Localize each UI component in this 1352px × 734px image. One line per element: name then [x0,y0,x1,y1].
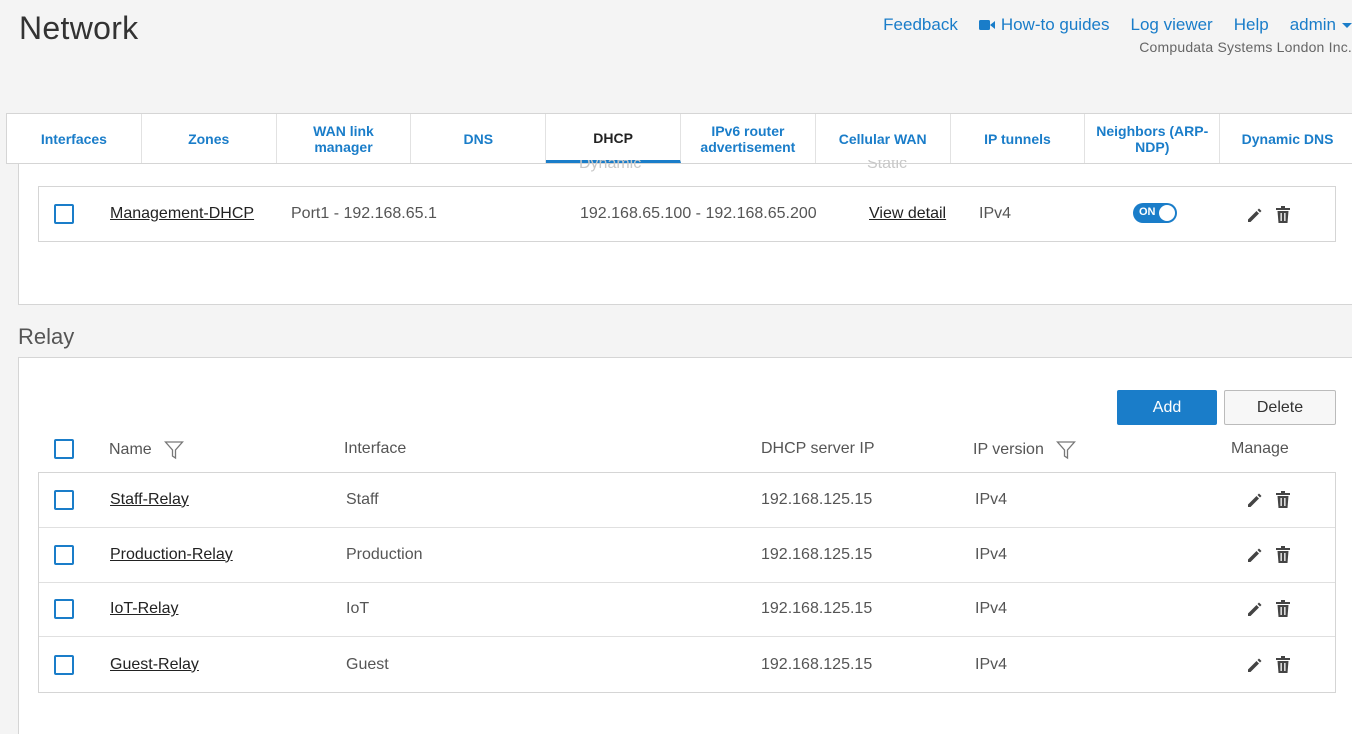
tab-interfaces[interactable]: Interfaces [7,114,142,163]
server-status-toggle[interactable]: ON [1133,203,1177,223]
relay-server-ip: 192.168.125.15 [761,600,873,618]
tab-ip-tunnels[interactable]: IP tunnels [951,114,1086,163]
tab-zones[interactable]: Zones [142,114,277,163]
row-checkbox[interactable] [54,654,74,675]
admin-label: admin [1289,15,1336,34]
tab-wan-link-manager[interactable]: WAN link manager [277,114,412,163]
relay-ip-version: IPv4 [975,655,1008,673]
relay-name-link[interactable]: Production-Relay [110,546,233,564]
filter-icon[interactable] [163,440,184,460]
name-column-header: Name [109,440,184,460]
row-checkbox[interactable] [54,599,74,620]
tab-ipv6-router-advertisement[interactable]: IPv6 router advertisement [681,114,816,163]
trash-icon[interactable] [1273,655,1293,675]
table-row: Production-Relay Production 192.168.125.… [39,528,1335,583]
relay-server-ip: 192.168.125.15 [761,490,873,508]
table-row: Guest-Relay Guest 192.168.125.15 IPv4 [39,637,1335,692]
tab-neighbors[interactable]: Neighbors (ARP-NDP) [1085,114,1221,163]
table-row: IoT-Relay IoT 192.168.125.15 IPv4 [39,583,1335,638]
trash-icon[interactable] [1273,545,1293,565]
trash-icon[interactable] [1273,490,1293,510]
relay-interface: Guest [346,655,389,673]
delete-button[interactable]: Delete [1224,390,1336,425]
help-link[interactable]: Help [1234,15,1269,35]
edit-icon[interactable] [1245,599,1265,619]
dhcp-server-row: Management-DHCP Port1 - 192.168.65.1 192… [38,186,1336,242]
tab-dynamic-dns[interactable]: Dynamic DNS [1220,114,1352,163]
chevron-down-icon [1342,22,1352,28]
company-name: Compudata Systems London Inc. [1139,39,1352,55]
edit-icon[interactable] [1245,545,1265,565]
relay-name-link[interactable]: Staff-Relay [110,491,189,509]
tab-dhcp[interactable]: DHCP [546,114,681,163]
manage-column-header: Manage [1231,440,1289,457]
edit-icon[interactable] [1245,205,1265,225]
select-all-checkbox[interactable] [54,439,74,459]
tab-bar: Interfaces Zones WAN link manager DNS DH… [6,113,1352,164]
relay-table: Staff-Relay Staff 192.168.125.15 IPv4 Pr… [38,472,1336,693]
relay-ip-version: IPv4 [975,600,1008,618]
name-header-label: Name [109,441,152,458]
top-navigation: Feedback How-to guides Log viewer Help a… [862,15,1352,35]
relay-ip-version: IPv4 [975,490,1008,508]
trash-icon[interactable] [1273,205,1293,225]
relay-ip-version: IPv4 [975,545,1008,563]
row-checkbox[interactable] [54,489,74,510]
relay-name-link[interactable]: Guest-Relay [110,656,199,674]
toggle-knob [1159,205,1175,221]
server-ip-version: IPv4 [979,205,1012,222]
relay-section-title: Relay [18,324,75,349]
relay-server-ip: 192.168.125.15 [761,545,873,563]
row-checkbox[interactable] [54,544,74,565]
video-camera-icon [978,19,995,31]
dynamic-column-header: Dynamic [579,160,642,172]
relay-server-ip: 192.168.125.15 [761,655,873,673]
filter-icon[interactable] [1055,440,1076,460]
howto-guides-link[interactable]: How-to guides [978,15,1110,35]
relay-interface: Staff [346,490,379,508]
admin-menu[interactable]: admin [1290,15,1352,35]
dhcp-server-ip-column-header: DHCP server IP [761,440,875,457]
tab-dns[interactable]: DNS [411,114,547,163]
feedback-link[interactable]: Feedback [883,15,958,35]
row-checkbox[interactable] [54,204,74,224]
ip-version-column-header: IP version [973,440,1076,460]
relay-name-link[interactable]: IoT-Relay [110,600,178,618]
relay-interface: Production [346,545,423,563]
add-button[interactable]: Add [1117,390,1217,425]
table-row: Staff-Relay Staff 192.168.125.15 IPv4 [39,473,1335,528]
interface-column-header: Interface [344,440,407,457]
view-detail-link[interactable]: View detail [869,205,946,223]
server-name-link[interactable]: Management-DHCP [110,205,254,223]
static-column-header: Static [867,160,908,172]
ip-version-header-label: IP version [973,441,1044,458]
edit-icon[interactable] [1245,490,1265,510]
edit-icon[interactable] [1245,655,1265,675]
tab-cellular-wan[interactable]: Cellular WAN [816,114,951,163]
page-title: Network [19,10,139,46]
server-dynamic-range: 192.168.65.100 - 192.168.65.200 [580,205,817,222]
log-viewer-link[interactable]: Log viewer [1131,15,1213,35]
server-interface: Port1 - 192.168.65.1 [291,205,437,222]
toggle-label: ON [1139,206,1156,218]
howto-guides-label: How-to guides [1000,15,1110,34]
trash-icon[interactable] [1273,599,1293,619]
relay-interface: IoT [346,600,370,618]
